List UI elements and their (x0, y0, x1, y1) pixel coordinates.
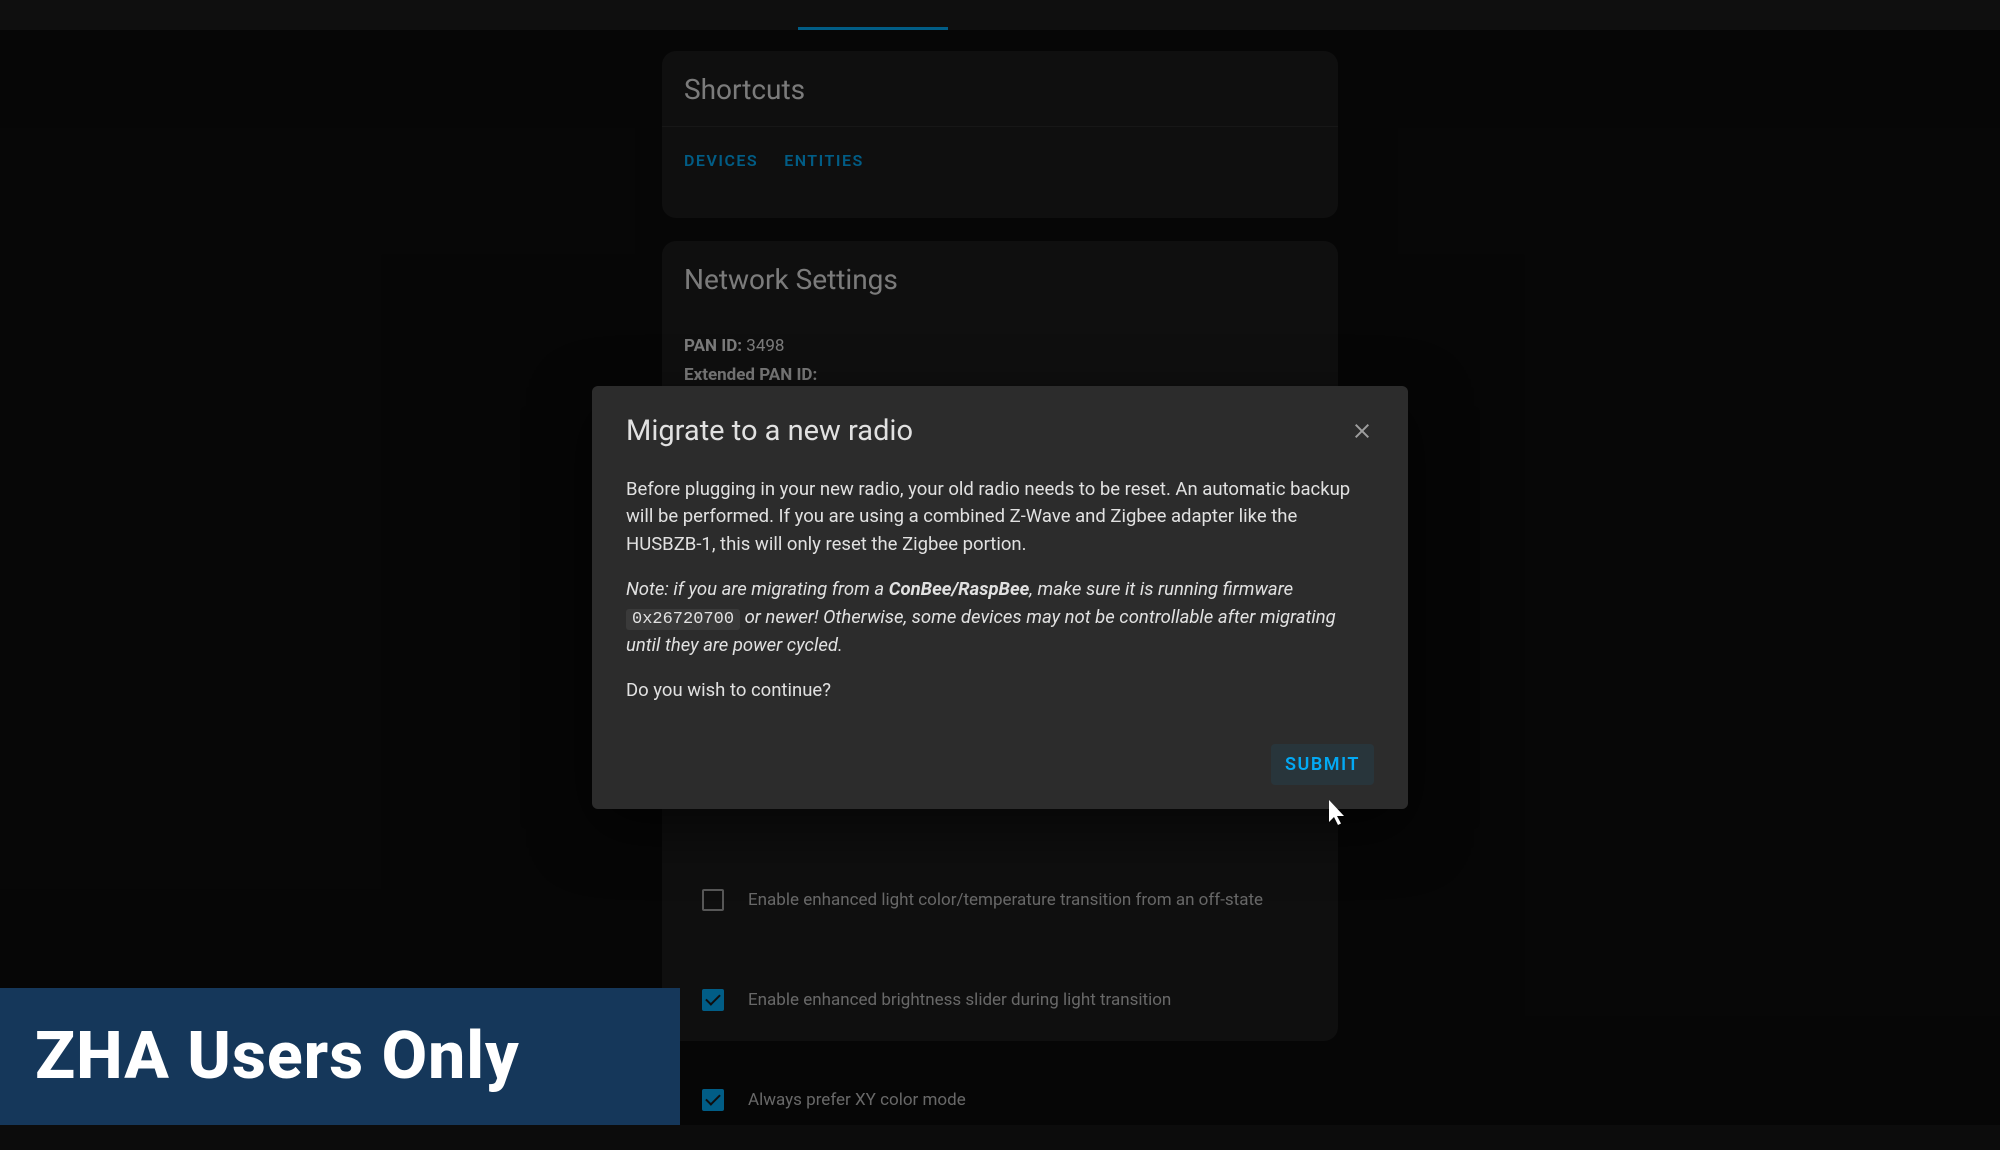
note-prefix: Note: if you are migrating from a (626, 578, 889, 600)
note-bold: ConBee/RaspBee (889, 578, 1030, 600)
modal-note: Note: if you are migrating from a ConBee… (626, 576, 1374, 659)
close-icon (1350, 419, 1374, 443)
modal-para1: Before plugging in your new radio, your … (626, 476, 1374, 558)
modal-footer: SUBMIT (626, 744, 1374, 785)
close-button[interactable] (1350, 419, 1374, 443)
modal-title: Migrate to a new radio (626, 414, 913, 448)
cursor-icon (1325, 798, 1349, 826)
submit-button[interactable]: SUBMIT (1271, 744, 1374, 785)
modal-continue: Do you wish to continue? (626, 677, 1374, 704)
banner-overlay: ZHA Users Only (0, 988, 680, 1125)
migrate-modal: Migrate to a new radio Before plugging i… (592, 386, 1408, 809)
note-code: 0x26720700 (626, 609, 740, 630)
modal-header: Migrate to a new radio (626, 414, 1374, 448)
modal-body: Before plugging in your new radio, your … (626, 476, 1374, 704)
note-mid: , make sure it is running firmware (1029, 578, 1293, 600)
banner-text: ZHA Users Only (35, 1018, 520, 1095)
